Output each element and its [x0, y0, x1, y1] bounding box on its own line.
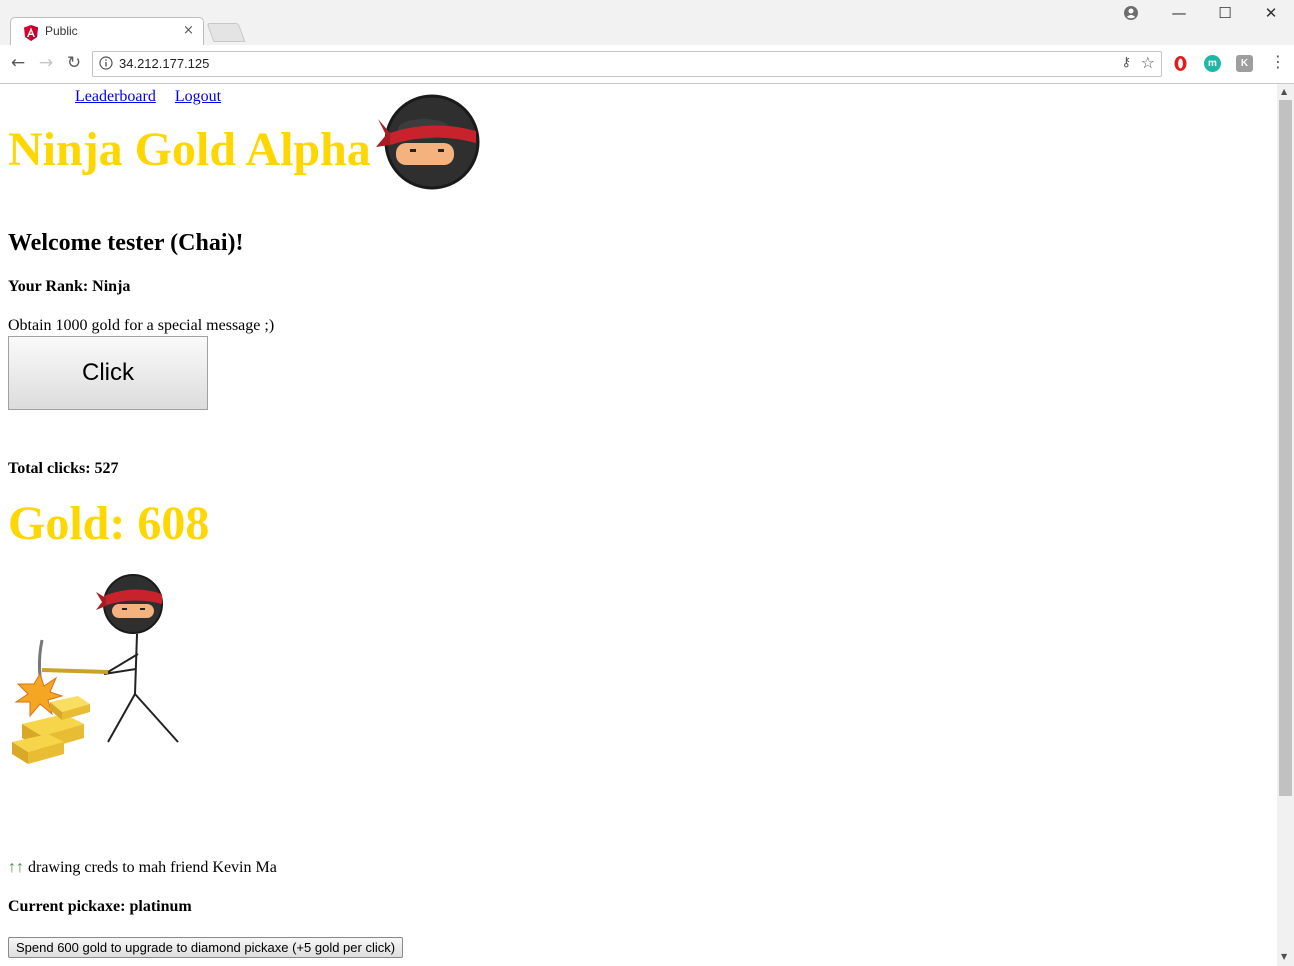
- angular-favicon-icon: [24, 25, 38, 41]
- info-icon[interactable]: [99, 56, 113, 70]
- gold-counter: Gold: 608: [8, 497, 210, 550]
- k-extension-icon[interactable]: K: [1236, 55, 1253, 72]
- top-nav: Leaderboard Logout: [75, 88, 236, 106]
- page-viewport: Leaderboard Logout Ninja Gold Alpha Welc…: [0, 84, 1277, 966]
- ninja-miner-drawing: [12, 574, 179, 764]
- back-button[interactable]: ←: [8, 53, 28, 73]
- tab-close-icon[interactable]: ×: [183, 23, 194, 38]
- menu-icon[interactable]: ⋮: [1270, 52, 1286, 71]
- reload-button[interactable]: ↻: [64, 53, 84, 73]
- ninja-head-image: [376, 94, 480, 190]
- scroll-up-arrow-icon[interactable]: ▲: [1281, 87, 1287, 96]
- current-pickaxe-label: Current pickaxe: platinum: [8, 898, 192, 915]
- bookmark-star-icon[interactable]: ☆: [1141, 53, 1155, 72]
- page-scrollbar[interactable]: ▲ ▼: [1277, 84, 1294, 966]
- opera-logo-icon: [1174, 56, 1187, 71]
- browser-chrome: Public × — ☐ ✕ ← → ↻ 34.212.177.125 ⚷ ☆: [0, 0, 1294, 84]
- welcome-heading: Welcome tester (Chai)!: [8, 230, 244, 256]
- special-message-hint: Obtain 1000 gold for a special message ;…: [8, 317, 275, 334]
- click-button[interactable]: Click: [8, 336, 208, 410]
- scroll-thumb[interactable]: [1279, 100, 1292, 796]
- browser-toolbar: ← → ↻ 34.212.177.125 ⚷ ☆ m K ⋮: [0, 45, 1294, 84]
- key-icon[interactable]: ⚷: [1121, 55, 1131, 70]
- page-title: Ninja Gold Alpha: [8, 123, 371, 176]
- upgrade-pickaxe-button[interactable]: Spend 600 gold to upgrade to diamond pic…: [8, 937, 404, 958]
- tab-title: Public: [45, 24, 78, 38]
- forward-button[interactable]: →: [36, 53, 56, 73]
- profile-icon[interactable]: [1123, 5, 1139, 21]
- maximize-button[interactable]: ☐: [1202, 0, 1248, 26]
- tab-public[interactable]: Public ×: [10, 17, 204, 47]
- url-text[interactable]: 34.212.177.125: [119, 56, 209, 71]
- total-clicks-label: Total clicks: 527: [8, 460, 119, 477]
- scroll-down-arrow-icon[interactable]: ▼: [1281, 952, 1287, 961]
- drawing-credit: ↑↑ drawing creds to mah friend Kevin Ma: [8, 859, 277, 877]
- opera-extension-icon[interactable]: [1172, 55, 1189, 72]
- m-extension-icon[interactable]: m: [1204, 55, 1221, 72]
- leaderboard-link[interactable]: Leaderboard: [75, 88, 156, 105]
- window-controls: — ☐ ✕: [1156, 0, 1294, 28]
- minimize-button[interactable]: —: [1156, 0, 1202, 26]
- credit-text: drawing creds to mah friend Kevin Ma: [24, 859, 277, 876]
- logout-link[interactable]: Logout: [175, 88, 221, 105]
- address-bar[interactable]: 34.212.177.125 ⚷ ☆: [92, 51, 1162, 77]
- close-window-button[interactable]: ✕: [1248, 0, 1294, 26]
- new-tab-button[interactable]: [206, 23, 246, 42]
- up-arrows-icon: ↑↑: [8, 859, 24, 876]
- tab-strip: Public × — ☐ ✕: [0, 0, 1294, 47]
- rank-label: Your Rank: Ninja: [8, 278, 131, 295]
